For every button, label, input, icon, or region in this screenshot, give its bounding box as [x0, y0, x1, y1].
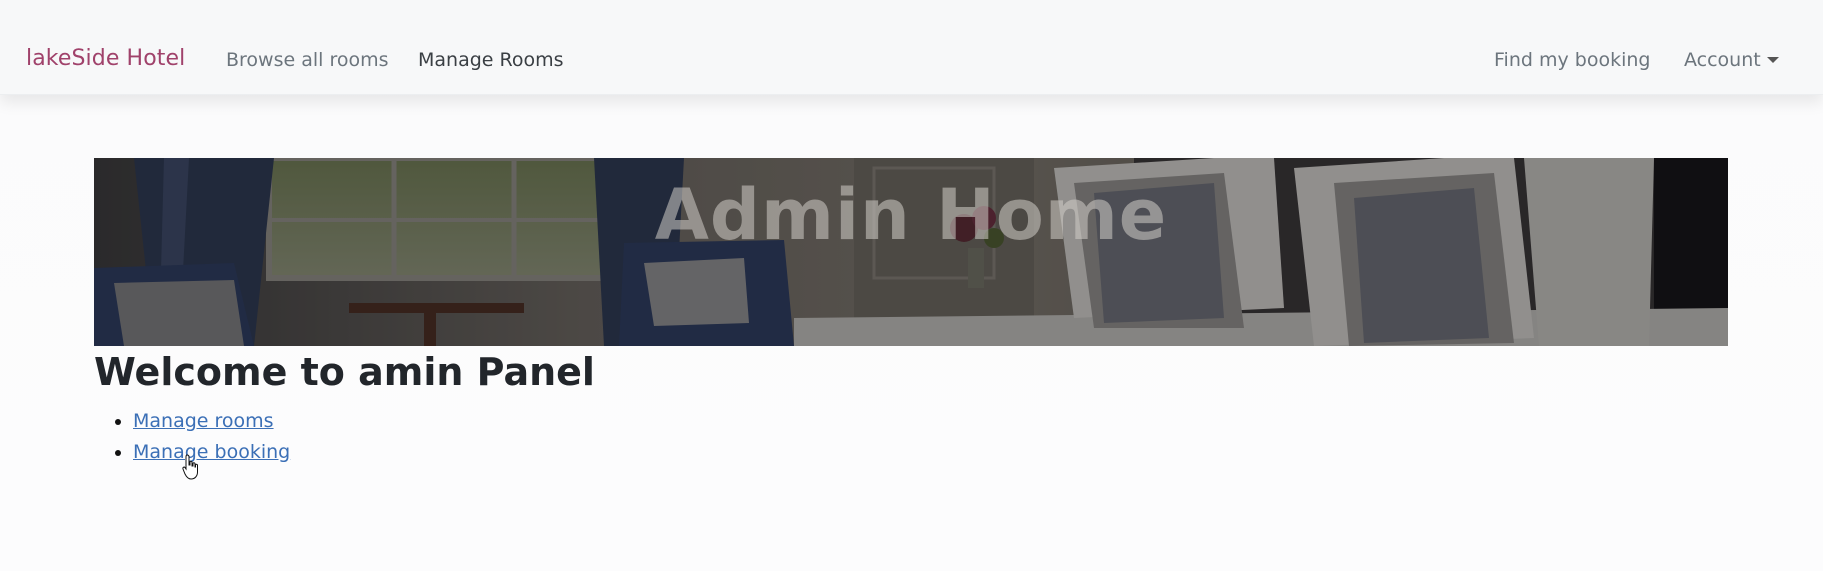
nav-account-dropdown[interactable]: Account	[1684, 49, 1779, 71]
nav-manage-rooms[interactable]: Manage Rooms	[418, 49, 564, 71]
brand-link[interactable]: lakeSide Hotel	[26, 46, 185, 71]
hero-title: Admin Home	[654, 174, 1168, 256]
manage-booking-link[interactable]: Manage booking	[133, 441, 290, 463]
page-title: Welcome to amin Panel	[94, 350, 595, 394]
nav-find-booking[interactable]: Find my booking	[1494, 49, 1650, 71]
hand-cursor-icon	[182, 454, 198, 480]
page: lakeSide Hotel Browse all rooms Manage R…	[0, 0, 1823, 571]
list-item: Manage booking	[133, 437, 290, 468]
caret-down-icon	[1766, 57, 1779, 63]
list-item: Manage rooms	[133, 406, 290, 437]
hero-banner: Admin Home	[94, 158, 1728, 346]
manage-rooms-link[interactable]: Manage rooms	[133, 410, 274, 432]
navbar: lakeSide Hotel Browse all rooms Manage R…	[0, 0, 1823, 95]
nav-browse-rooms[interactable]: Browse all rooms	[226, 49, 389, 71]
nav-account-label: Account	[1684, 49, 1761, 71]
